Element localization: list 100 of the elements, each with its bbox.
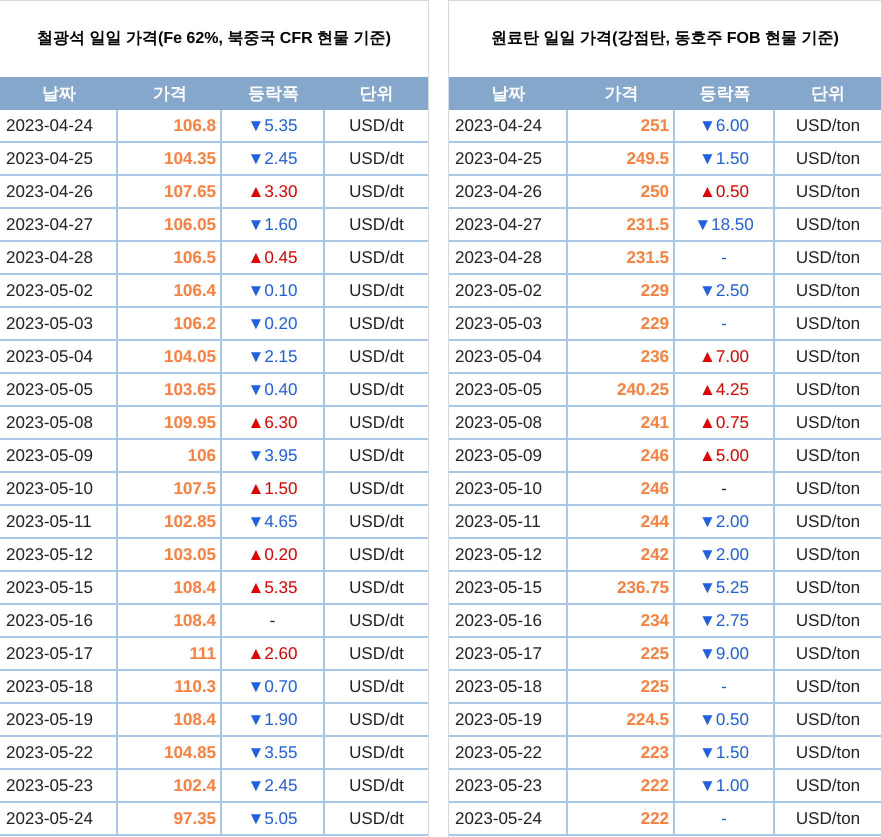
table-cell: 225 xyxy=(568,671,675,702)
table-cell: - xyxy=(675,242,775,273)
table-cell: ▼2.00 xyxy=(675,539,775,570)
table-cell-text: USD/ton xyxy=(794,148,862,170)
table-cell-text: USD/ton xyxy=(794,280,862,302)
table-cell: 2023-05-09 xyxy=(449,440,568,471)
table-cell: ▼2.45 xyxy=(222,770,325,801)
table-cell: 104.05 xyxy=(118,341,222,372)
table-cell: 2023-05-17 xyxy=(0,638,118,669)
table-cell-text: USD/ton xyxy=(794,808,862,830)
table-cell: 2023-05-12 xyxy=(449,539,568,570)
table-cell: 2023-05-10 xyxy=(449,473,568,504)
table-cell: 231.5 xyxy=(568,242,675,273)
column-header: 등락폭 xyxy=(248,82,299,105)
table-cell-text: USD/ton xyxy=(794,742,862,764)
table-cell: 2023-05-23 xyxy=(0,770,118,801)
table-cell: 107.65 xyxy=(118,176,222,207)
table-cell: 244 xyxy=(568,506,675,537)
table-cell: 103.05 xyxy=(118,539,222,570)
table-cell-text: USD/dt xyxy=(348,280,405,302)
table-cell: 2023-04-26 xyxy=(449,176,568,207)
table-cell: 2023-05-05 xyxy=(449,374,568,405)
table-cell: ▼1.00 xyxy=(675,770,775,801)
table-cell: 106.2 xyxy=(118,308,222,339)
table-cell: 229 xyxy=(568,275,675,306)
table-cell-text: USD/dt xyxy=(348,478,405,500)
table-cell: 108.4 xyxy=(118,605,222,636)
table-cell: 2023-05-09 xyxy=(0,440,118,471)
table-cell: 2023-04-25 xyxy=(0,143,118,174)
table-cell: 108.4 xyxy=(118,704,222,735)
table-cell: ▼2.75 xyxy=(675,605,775,636)
table-cell: ▲5.00 xyxy=(675,440,775,471)
table-cell: 2023-05-12 xyxy=(0,539,118,570)
table-cell: 106.5 xyxy=(118,242,222,273)
table-cell: 2023-04-28 xyxy=(0,242,118,273)
table-cell: 2023-04-25 xyxy=(449,143,568,174)
table-cell-text: USD/dt xyxy=(348,312,405,335)
table-cell: ▲0.45 xyxy=(222,242,325,273)
column-header: 날짜 xyxy=(42,82,76,105)
column-header: 등락폭 xyxy=(700,82,750,105)
table-cell-text: USD/dt xyxy=(348,510,405,533)
table-cell: 102.4 xyxy=(118,770,222,801)
table-cell: ▼0.50 xyxy=(675,704,775,735)
table-cell: 2023-05-08 xyxy=(449,407,568,438)
table-cell: ▼2.50 xyxy=(675,275,775,306)
table-cell-text: USD/ton xyxy=(794,576,862,599)
table-title: 철광석 일일 가격(Fe 62%, 북중국 CFR 현물 기준) xyxy=(37,29,391,49)
table-cell: 104.35 xyxy=(118,143,222,174)
table-cell: ▼1.50 xyxy=(675,143,775,174)
table-cell: ▼18.50 xyxy=(675,209,775,240)
table-cell-text: USD/ton xyxy=(794,610,862,632)
table-cell: 106.05 xyxy=(118,209,222,240)
table-cell-text: USD/ton xyxy=(794,346,862,368)
table-cell-text: USD/dt xyxy=(348,742,405,764)
table-cell: ▼1.60 xyxy=(222,209,325,240)
table-cell-text: USD/ton xyxy=(794,312,862,335)
table-cell: 2023-05-04 xyxy=(449,341,568,372)
table-cell: 2023-05-16 xyxy=(449,605,568,636)
table-cell: 2023-05-03 xyxy=(0,308,118,339)
table-cell-text: USD/dt xyxy=(348,576,405,599)
table-cell: 2023-05-02 xyxy=(0,275,118,306)
table-cell-text: USD/dt xyxy=(348,114,405,137)
table-cell: 97.35 xyxy=(118,803,222,834)
table-cell: 107.5 xyxy=(118,473,222,504)
column-header: 단위 xyxy=(811,82,845,105)
table-cell: 2023-05-23 xyxy=(449,770,568,801)
table-cell: 223 xyxy=(568,737,675,768)
table-cell: ▼1.90 xyxy=(222,704,325,735)
table-cell: 2023-04-28 xyxy=(449,242,568,273)
table-cell-text: USD/dt xyxy=(348,378,405,401)
table-cell: 2023-05-02 xyxy=(449,275,568,306)
table-cell: 2023-05-22 xyxy=(449,737,568,768)
table-cell: 2023-04-27 xyxy=(449,209,568,240)
table-cell: 2023-05-11 xyxy=(449,506,568,537)
table-cell: 2023-05-15 xyxy=(449,572,568,603)
table-cell-text: USD/dt xyxy=(348,246,405,269)
table-cell: ▲4.25 xyxy=(675,374,775,405)
table-cell: 106.8 xyxy=(118,110,222,141)
table-cell-text: USD/dt xyxy=(348,544,405,566)
table-cell: 225 xyxy=(568,638,675,669)
table-cell: ▼0.70 xyxy=(222,671,325,702)
table-cell: 224.5 xyxy=(568,704,675,735)
table-cell-text: USD/dt xyxy=(348,412,405,434)
table-cell: 251 xyxy=(568,110,675,141)
table-cell: ▲6.30 xyxy=(222,407,325,438)
table-cell: ▼5.25 xyxy=(675,572,775,603)
table-cell-text: USD/dt xyxy=(348,808,405,830)
table-cell: ▲5.35 xyxy=(222,572,325,603)
table-cell: 2023-05-18 xyxy=(449,671,568,702)
table-cell: - xyxy=(675,308,775,339)
table-cell: 249.5 xyxy=(568,143,675,174)
table-cell: 2023-05-18 xyxy=(0,671,118,702)
table-cell: ▼0.40 xyxy=(222,374,325,405)
table-cell: ▲1.50 xyxy=(222,473,325,504)
table-cell: ▼5.35 xyxy=(222,110,325,141)
table-cell: 2023-05-19 xyxy=(0,704,118,735)
table-cell-text: USD/dt xyxy=(348,676,405,698)
table-cell: 2023-05-16 xyxy=(0,605,118,636)
table-cell-text: USD/dt xyxy=(348,708,405,731)
table-cell: ▼6.00 xyxy=(675,110,775,141)
